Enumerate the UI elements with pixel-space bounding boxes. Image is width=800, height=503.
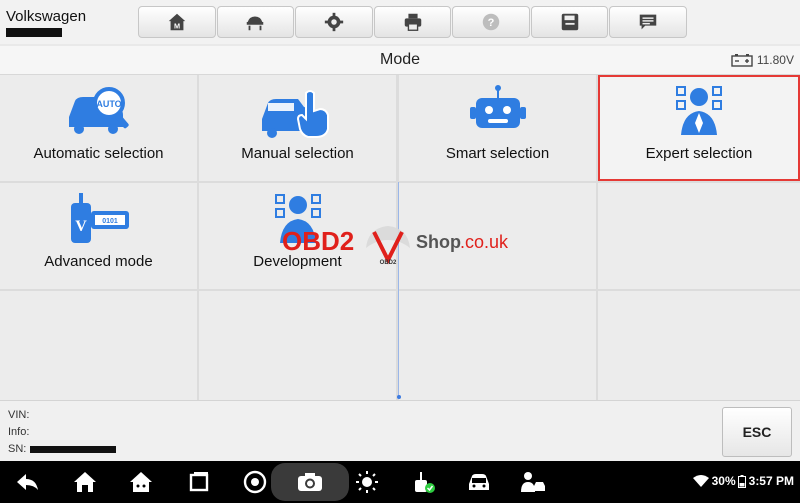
home-button[interactable]: M [138,6,216,38]
expert-person-icon [676,86,722,135]
mode-expert-selection[interactable]: Expert selection [598,75,800,181]
empty-cell [399,291,596,400]
esc-button[interactable]: ESC [722,407,792,457]
recent-apps-icon[interactable] [186,470,212,494]
home-icon: M [168,13,186,30]
car-hand-tap-icon [261,90,329,138]
mode-label: Advanced mode [44,253,153,270]
mode-label: Expert selection [645,145,753,162]
battery-icon [731,54,753,67]
android-home-icon[interactable] [128,470,154,494]
scroll-indicator [397,395,401,399]
mode-manual-selection[interactable]: Manual selection [199,75,396,181]
gear-icon [324,12,344,32]
status-area: 30% 3:57 PM [692,474,794,488]
save-button[interactable] [530,6,609,38]
clock: 3:57 PM [748,474,794,488]
vehicle-brand: Volkswagen [6,8,87,25]
vin-label: VIN: [8,409,30,421]
mode-grid: AUTO Automatic selection Manual selectio… [0,75,800,400]
empty-cell [598,291,800,400]
redacted-model [6,28,62,37]
developer-person-icon [274,194,321,243]
empty-cell [0,291,197,400]
title-bar: Mode 11.80V [0,46,800,75]
wifi-icon [692,475,709,487]
info-label: Info: [8,426,30,438]
empty-cell [598,183,800,289]
battery-voltage: 11.80V [731,53,794,67]
voltage-value: 11.80V [756,53,794,67]
vehicle-menu-icon[interactable] [466,470,492,494]
brightness-icon[interactable] [354,470,380,494]
top-bar: Volkswagen M ? [0,0,800,44]
screenshot-button[interactable] [271,463,349,501]
help-button[interactable]: ? [452,6,530,38]
scroll-indicator-line [398,182,399,396]
mode-label: Development [253,253,342,270]
settings-button[interactable] [295,6,373,38]
svg-text:V: V [75,218,87,235]
robot-icon [469,85,526,128]
camera-icon [298,473,322,491]
vci-device-icon: V 0101 [70,193,129,243]
back-icon[interactable] [14,470,40,494]
battery-percent: 30% [711,474,736,488]
mode-smart-selection[interactable]: Smart selection [399,75,596,181]
page-title: Mode [379,51,421,68]
chat-icon [640,14,657,30]
help-icon: ? [482,13,500,31]
save-icon [561,13,578,31]
mode-label: Manual selection [241,145,354,162]
redacted-serial [30,446,116,453]
vci-status-icon[interactable] [410,470,436,494]
mode-label: Smart selection [445,145,550,162]
svg-text:?: ? [488,17,495,29]
svg-text:M: M [174,21,180,30]
svg-text:AUTO: AUTO [96,99,121,109]
vehicle-info-bar: VIN: Info: SN: ESC [0,400,800,461]
browser-icon[interactable] [242,470,268,494]
user-vehicle-icon[interactable] [520,470,546,494]
home-nav-icon[interactable] [72,470,98,494]
mode-automatic-selection[interactable]: AUTO Automatic selection [0,75,197,181]
chat-button[interactable] [609,6,688,38]
car-auto-search-icon: AUTO [68,87,129,134]
sn-label: SN: [8,443,27,455]
mode-development[interactable]: Development [199,183,396,289]
empty-cell [399,183,596,289]
svg-text:0101: 0101 [102,218,118,225]
empty-cell [199,291,396,400]
printer-icon [404,13,421,31]
mode-advanced-mode[interactable]: V 0101 Advanced mode [0,183,197,289]
vehicle-lift-icon [247,16,264,31]
vehicle-lift-button[interactable] [216,6,295,38]
battery-status-icon [737,474,746,488]
system-nav-bar: 30% 3:57 PM [0,461,800,503]
print-button[interactable] [373,6,452,38]
mode-label: Automatic selection [33,145,164,162]
toolbar: M ? [138,6,688,38]
